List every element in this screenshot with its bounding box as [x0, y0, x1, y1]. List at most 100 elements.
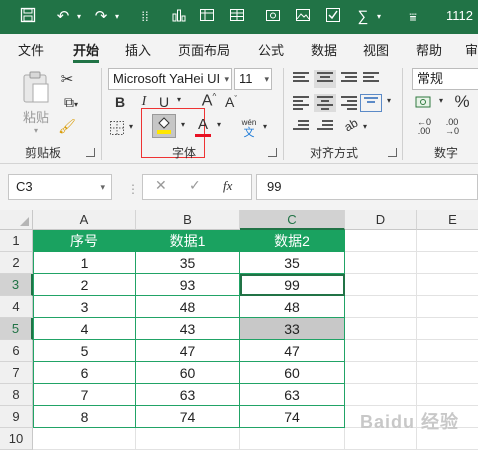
cell-c7[interactable]: 60 — [240, 362, 345, 384]
align-center-icon[interactable] — [314, 94, 336, 112]
format-painter-icon[interactable]: ⁞⁞ — [134, 7, 156, 27]
tab-view[interactable]: 视图 — [363, 40, 389, 59]
row-header[interactable]: 8 — [0, 384, 33, 406]
cut-icon[interactable]: ✂ — [58, 70, 76, 88]
row-header[interactable]: 5 — [0, 318, 33, 340]
formula-input[interactable]: 99 — [256, 174, 478, 200]
cell-b6[interactable]: 47 — [136, 340, 240, 362]
bottom-align-icon[interactable] — [338, 70, 360, 88]
cell-a9[interactable]: 8 — [33, 406, 136, 428]
increase-decimal-icon[interactable]: ←0.00 — [412, 118, 436, 136]
column-header-d[interactable]: D — [345, 210, 417, 230]
cell-c8[interactable]: 63 — [240, 384, 345, 406]
alignment-launcher-icon[interactable] — [388, 148, 397, 157]
cell-d7[interactable] — [345, 362, 417, 384]
chevron-down-icon[interactable]: ▾ — [112, 7, 122, 27]
cell-b10[interactable] — [136, 428, 240, 450]
tab-home[interactable]: 开始 — [73, 40, 99, 59]
drag-handle-icon[interactable]: ⋮ — [127, 182, 139, 196]
cell-c3[interactable]: 99 — [240, 274, 345, 296]
chevron-down-icon[interactable]: ▾ — [74, 7, 84, 27]
cell-a6[interactable]: 5 — [33, 340, 136, 362]
increase-indent-icon[interactable] — [314, 118, 336, 136]
chevron-down-icon[interactable]: ▾ — [126, 122, 136, 131]
cell-b3[interactable]: 93 — [136, 274, 240, 296]
row-header[interactable]: 7 — [0, 362, 33, 384]
undo-icon[interactable]: ↶ — [52, 7, 74, 27]
row-header[interactable]: 10 — [0, 428, 33, 450]
cell-b1[interactable]: 数据1 — [136, 230, 240, 252]
cell-c5[interactable]: 33 — [240, 318, 345, 340]
cell-a7[interactable]: 6 — [33, 362, 136, 384]
cell-b9[interactable]: 74 — [136, 406, 240, 428]
top-align-icon[interactable] — [290, 70, 312, 88]
cell-d6[interactable] — [345, 340, 417, 362]
orientation-icon[interactable]: ab — [340, 114, 363, 135]
screenshot-icon[interactable] — [262, 7, 284, 27]
cell-b4[interactable]: 48 — [136, 296, 240, 318]
phonetic-button[interactable]: wén 文 — [238, 118, 260, 140]
row-header[interactable]: 3 — [0, 274, 33, 296]
cell-c1[interactable]: 数据2 — [240, 230, 345, 252]
font-size-select[interactable]: 11 ▾ — [234, 68, 272, 90]
image-icon[interactable] — [292, 7, 314, 27]
chevron-down-icon[interactable]: ▾ — [374, 7, 384, 27]
chevron-down-icon[interactable]: ▾ — [360, 122, 370, 131]
row-header[interactable]: 1 — [0, 230, 33, 252]
redo-icon[interactable]: ↷ — [90, 7, 112, 27]
cell-d1[interactable] — [345, 230, 417, 252]
cell-d5[interactable] — [345, 318, 417, 340]
bold-button[interactable]: B — [112, 94, 128, 110]
table-icon[interactable] — [226, 7, 248, 27]
cell-e7[interactable] — [417, 362, 478, 384]
row-header[interactable]: 6 — [0, 340, 33, 362]
chevron-down-icon[interactable]: ▾ — [260, 122, 270, 131]
chevron-down-icon[interactable]: ▾ — [214, 120, 224, 129]
clipboard-launcher-icon[interactable] — [86, 148, 95, 157]
font-color-button[interactable]: A — [194, 116, 212, 138]
insert-function-button[interactable]: fx — [223, 178, 232, 194]
chevron-down-icon[interactable]: ▾ — [436, 96, 446, 105]
cell-b7[interactable]: 60 — [136, 362, 240, 384]
enter-icon[interactable]: ✓ — [189, 177, 201, 194]
cell-d2[interactable] — [345, 252, 417, 274]
cell-d4[interactable] — [345, 296, 417, 318]
chart-icon[interactable] — [168, 7, 190, 27]
cell-e8[interactable] — [417, 384, 478, 406]
middle-align-icon[interactable] — [314, 70, 336, 88]
number-format-select[interactable]: 常规 — [412, 68, 478, 90]
cell-a8[interactable]: 7 — [33, 384, 136, 406]
currency-icon[interactable] — [414, 94, 434, 112]
cell-b2[interactable]: 35 — [136, 252, 240, 274]
chevron-down-icon[interactable]: ▾ — [178, 120, 188, 129]
cell-a3[interactable]: 2 — [33, 274, 136, 296]
cell-c2[interactable]: 35 — [240, 252, 345, 274]
cell-c10[interactable] — [240, 428, 345, 450]
cell-e4[interactable] — [417, 296, 478, 318]
cell-b8[interactable]: 63 — [136, 384, 240, 406]
column-header-e[interactable]: E — [417, 210, 478, 230]
name-box[interactable]: C3 ▾ — [8, 174, 112, 200]
cell-e3[interactable] — [417, 274, 478, 296]
align-left-icon[interactable] — [290, 94, 312, 112]
font-launcher-icon[interactable] — [268, 148, 277, 157]
cell-a5[interactable]: 4 — [33, 318, 136, 340]
tab-help[interactable]: 帮助 — [416, 40, 442, 59]
fill-color-button[interactable] — [152, 114, 176, 138]
tab-insert[interactable]: 插入 — [125, 40, 151, 59]
cell-c9[interactable]: 74 — [240, 406, 345, 428]
more-icon[interactable]: ⩸ — [402, 7, 424, 27]
chevron-down-icon[interactable]: ▾ — [174, 95, 184, 104]
tab-page-layout[interactable]: 页面布局 — [178, 40, 230, 59]
merge-center-icon[interactable] — [360, 94, 382, 112]
decrease-indent-icon[interactable] — [290, 118, 312, 136]
row-header[interactable]: 9 — [0, 406, 33, 428]
cell-e1[interactable] — [417, 230, 478, 252]
cell-a10[interactable] — [33, 428, 136, 450]
cell-a1[interactable]: 序号 — [33, 230, 136, 252]
select-all-button[interactable] — [0, 210, 33, 230]
wrap-text-icon[interactable] — [360, 70, 382, 88]
cell-a2[interactable]: 1 — [33, 252, 136, 274]
font-name-select[interactable]: Microsoft YaHei UI ▾ — [108, 68, 232, 90]
cell-c6[interactable]: 47 — [240, 340, 345, 362]
